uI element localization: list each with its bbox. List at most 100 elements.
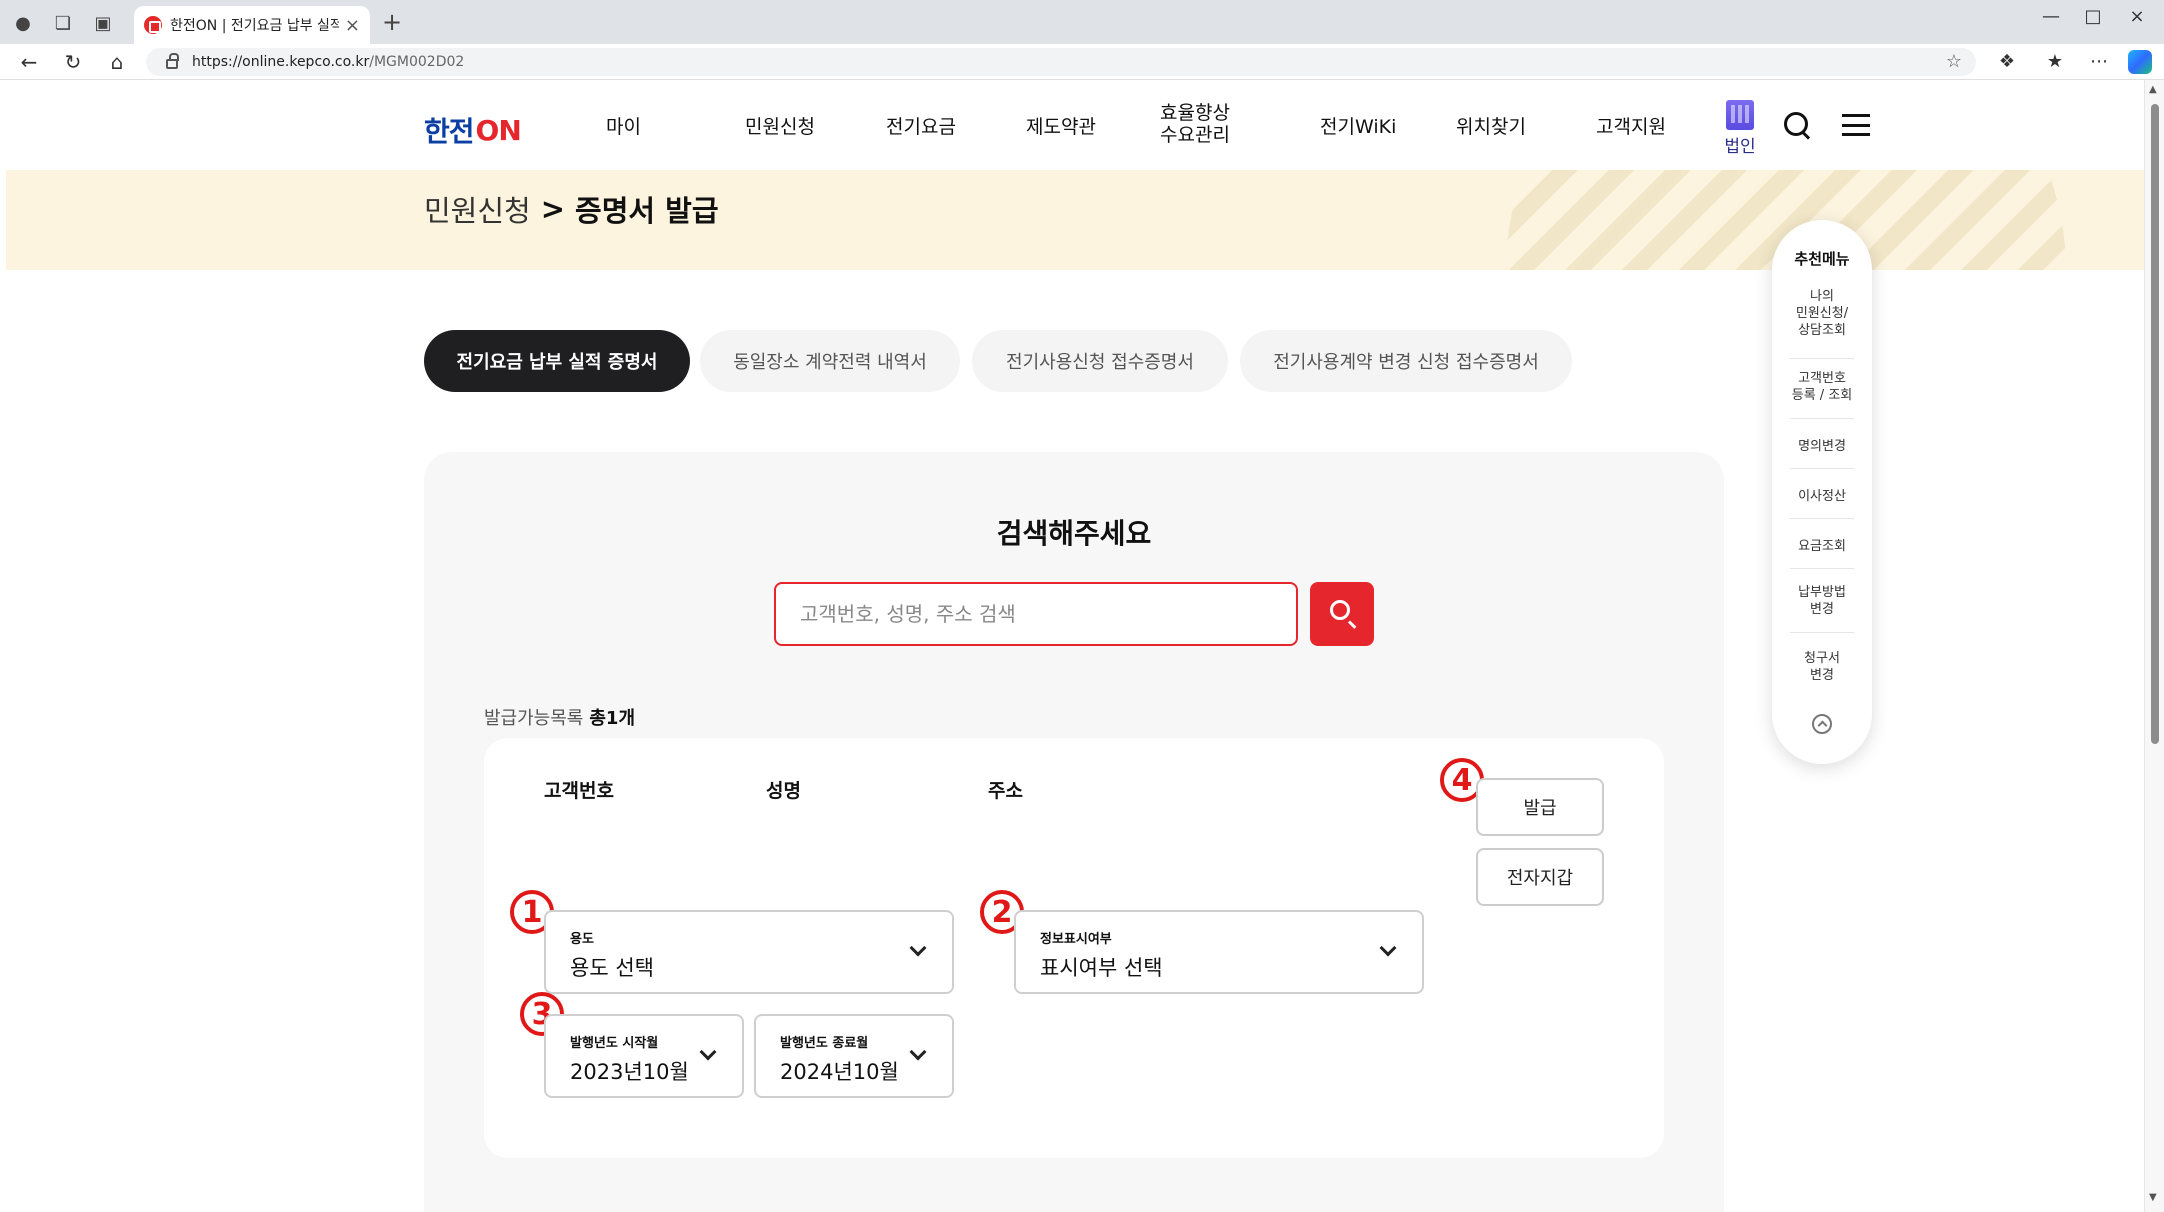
purpose-value: 용도 선택 [570,956,654,980]
recommended-menu: 추천메뉴 나의 민원신청/ 상담조회 고객번호 등록 / 조회 명의변경 이사정… [1772,220,1872,764]
column-customer-number: 고객번호 [544,780,614,802]
building-icon [1726,100,1754,130]
favorite-star-icon[interactable]: ☆ [1946,51,1962,72]
column-address: 주소 [988,780,1023,802]
url-host: https://online.kepco.co.kr [192,54,370,70]
copilot-icon[interactable] [2128,50,2152,74]
menu-divider [1790,358,1854,359]
scroll-down-icon[interactable]: ▼ [2149,1192,2157,1203]
nav-my[interactable]: 마이 [606,112,641,139]
search-input[interactable] [774,582,1298,646]
purpose-select[interactable]: 용도 용도 선택 [544,910,954,994]
nav-wiki[interactable]: 전기WiKi [1320,112,1396,139]
menu-divider [1790,468,1854,469]
more-options-icon[interactable]: ⋯ [2086,51,2112,72]
browser-address-bar: ← ↻ ⌂ https://online.kepco.co.kr/MGM002D… [0,44,2164,80]
kepco-favicon-icon [144,16,162,34]
nav-electricity-fee[interactable]: 전기요금 [886,112,956,139]
home-icon[interactable]: ⌂ [104,50,130,74]
workspaces-icon[interactable]: ❏ [50,10,76,36]
back-icon[interactable]: ← [16,50,42,74]
search-button[interactable] [1310,582,1374,646]
nav-terms[interactable]: 제도약관 [1026,112,1096,139]
available-list-text: 발급가능목록 [484,708,584,729]
page-scrollbar[interactable]: ▲ ▼ [2144,80,2164,1212]
menu-divider [1790,418,1854,419]
available-list-label: 발급가능목록 총1개 [484,704,635,730]
tab-contract-power[interactable]: 동일장소 계약전력 내역서 [700,330,960,392]
scroll-up-icon[interactable]: ▲ [2149,84,2157,95]
close-window-icon[interactable]: × [2122,6,2152,27]
column-name: 성명 [766,780,801,802]
menu-move-settlement[interactable]: 이사정산 [1782,488,1862,505]
browser-tab-bar: ● ❏ ▣ 한전ON | 전기요금 납부 실적 증명 × + — □ × [0,0,2164,44]
end-month-label: 발행년도 종료월 [780,1036,869,1051]
menu-divider [1790,632,1854,633]
chevron-down-icon [909,1043,927,1061]
chevron-down-icon [699,1043,717,1061]
tab-payment-certificate[interactable]: 전기요금 납부 실적 증명서 [424,330,690,392]
recommended-menu-title: 추천메뉴 [1794,250,1850,268]
menu-my-civil[interactable]: 나의 민원신청/ 상담조회 [1782,288,1862,339]
breadcrumb: 민원신청 > 증명서 발급 [424,188,719,230]
logo-on-text: ON [475,113,522,147]
logo-han-text: 한전 [424,115,475,148]
scroll-top-icon[interactable] [1812,714,1832,734]
issue-button[interactable]: 발급 [1476,778,1604,836]
new-tab-icon[interactable]: + [382,8,402,36]
scroll-thumb[interactable] [2151,104,2159,744]
start-month-value: 2023년10월 [570,1060,689,1084]
hamburger-menu-icon[interactable] [1842,114,1870,136]
menu-divider [1790,568,1854,569]
reload-icon[interactable]: ↻ [60,50,86,74]
nav-location[interactable]: 위치찾기 [1456,112,1526,139]
search-icon[interactable] [1782,110,1812,140]
start-month-select[interactable]: 발행년도 시작월 2023년10월 [544,1014,744,1098]
menu-customer-number[interactable]: 고객번호 등록 / 조회 [1782,370,1862,404]
breadcrumb-parent[interactable]: 민원신청 [424,188,531,230]
available-count: 총1개 [589,708,636,729]
tab-usage-application[interactable]: 전기사용신청 접수증명서 [972,330,1228,392]
page-title: 증명서 발급 [575,194,719,228]
chevron-down-icon [1379,939,1397,957]
minimize-icon[interactable]: — [2036,6,2066,27]
nav-efficiency-line1: 효율향상 [1160,102,1230,124]
info-display-select[interactable]: 정보표시여부 표시여부 선택 [1014,910,1424,994]
corporate-label: 법인 [1724,137,1756,157]
menu-fee-inquiry[interactable]: 요금조회 [1782,538,1862,555]
url-path: /MGM002D02 [369,54,465,70]
menu-bill-change[interactable]: 청구서 변경 [1782,650,1862,684]
lock-icon [166,53,179,69]
magnifier-icon [1330,600,1350,620]
extensions-icon[interactable]: ❖ [1994,51,2020,72]
tab-contract-change[interactable]: 전기사용계약 변경 신청 접수증명서 [1240,330,1572,392]
end-month-select[interactable]: 발행년도 종료월 2024년10월 [754,1014,954,1098]
start-month-label: 발행년도 시작월 [570,1036,659,1051]
chevron-down-icon [909,939,927,957]
vertical-tabs-icon[interactable]: ▣ [90,10,116,36]
nav-efficiency[interactable]: 효율향상 수요관리 [1160,102,1230,146]
close-tab-icon[interactable]: × [345,15,360,36]
info-display-label: 정보표시여부 [1040,932,1112,947]
maximize-icon[interactable]: □ [2078,6,2108,27]
profile-icon[interactable]: ● [10,10,36,36]
browser-tab-active[interactable]: 한전ON | 전기요금 납부 실적 증명 × [134,6,370,44]
nav-efficiency-line2: 수요관리 [1160,124,1230,146]
kepco-on-logo[interactable]: 한전 ON [424,110,522,150]
corporate-link[interactable]: 법인 [1722,100,1758,157]
menu-name-change[interactable]: 명의변경 [1782,438,1862,455]
favorites-icon[interactable]: ★ [2042,51,2068,72]
menu-payment-method[interactable]: 납부방법 변경 [1782,584,1862,618]
chevron-right-icon: > [540,192,566,226]
info-display-value: 표시여부 선택 [1040,956,1163,980]
end-month-value: 2024년10월 [780,1060,899,1084]
page-viewport: 한전 ON 마이 민원신청 전기요금 제도약관 효율향상 수요관리 전기WiKi … [0,80,2144,1212]
site-header: 한전 ON 마이 민원신청 전기요금 제도약관 효율향상 수요관리 전기WiKi … [0,80,2144,170]
menu-divider [1790,518,1854,519]
nav-support[interactable]: 고객지원 [1596,112,1666,139]
e-wallet-button[interactable]: 전자지갑 [1476,848,1604,906]
purpose-label: 용도 [570,932,594,947]
url-field[interactable]: https://online.kepco.co.kr/MGM002D02 ☆ [146,48,1976,76]
nav-civil-request[interactable]: 민원신청 [745,112,815,139]
browser-tab-title: 한전ON | 전기요금 납부 실적 증명 [170,18,339,34]
